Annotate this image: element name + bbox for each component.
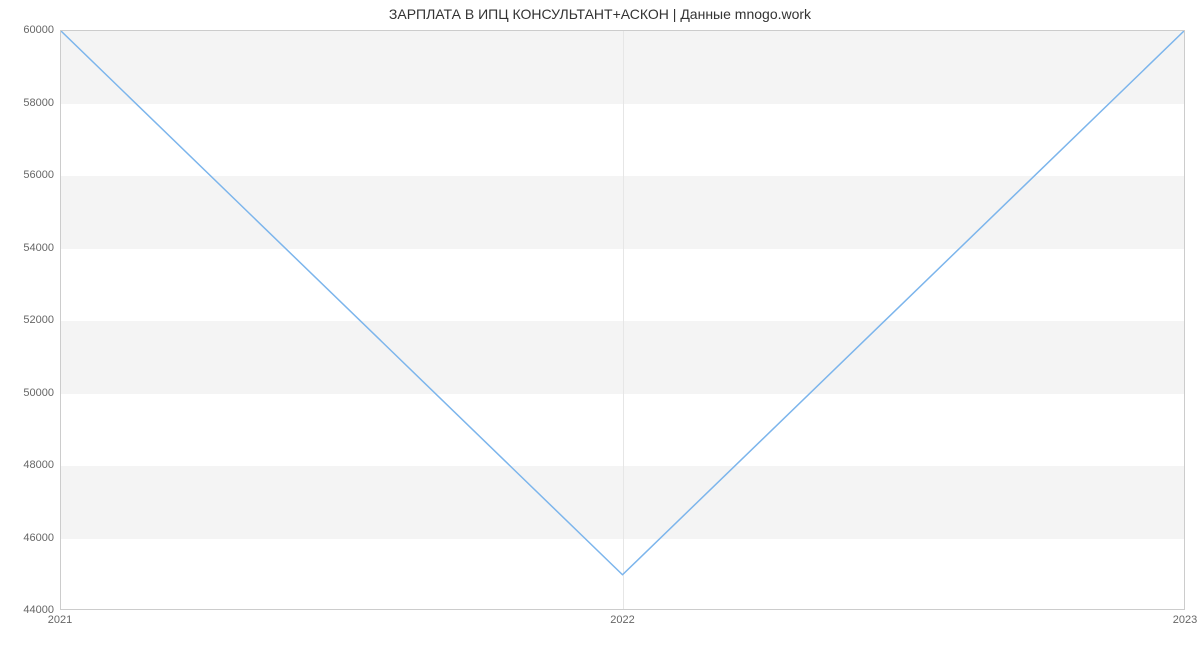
y-tick-label: 50000 bbox=[4, 387, 54, 399]
x-tick-label: 2021 bbox=[48, 614, 72, 626]
chart-title: ЗАРПЛАТА В ИПЦ КОНСУЛЬТАНТ+АСКОН | Данны… bbox=[0, 6, 1200, 22]
y-tick-label: 56000 bbox=[4, 169, 54, 181]
y-tick-label: 60000 bbox=[4, 24, 54, 36]
y-tick-label: 44000 bbox=[4, 604, 54, 616]
y-tick-label: 52000 bbox=[4, 314, 54, 326]
chart-container: ЗАРПЛАТА В ИПЦ КОНСУЛЬТАНТ+АСКОН | Данны… bbox=[0, 0, 1200, 650]
y-tick-label: 46000 bbox=[4, 532, 54, 544]
x-tick-label: 2023 bbox=[1173, 614, 1197, 626]
line-series bbox=[61, 31, 1184, 609]
x-tick-label: 2022 bbox=[610, 614, 634, 626]
plot-area bbox=[60, 30, 1185, 610]
y-tick-label: 58000 bbox=[4, 97, 54, 109]
y-tick-label: 48000 bbox=[4, 459, 54, 471]
y-tick-label: 54000 bbox=[4, 242, 54, 254]
